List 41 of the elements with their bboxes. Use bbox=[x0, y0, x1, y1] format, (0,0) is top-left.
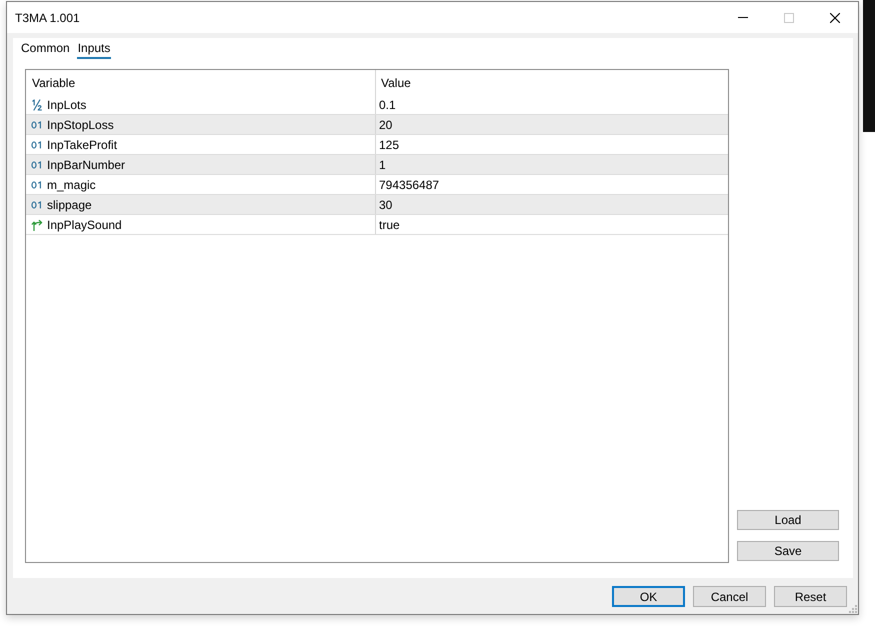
variable-name: InpLots bbox=[47, 98, 86, 112]
zero-one-icon bbox=[31, 138, 43, 150]
fraction-icon bbox=[31, 98, 43, 110]
variable-name: InpStopLoss bbox=[47, 118, 114, 132]
variable-name: InpTakeProfit bbox=[47, 138, 118, 152]
variable-name: slippage bbox=[47, 198, 92, 212]
dialog-button[interactable]: Reset bbox=[774, 586, 847, 607]
value-cell-text: 30 bbox=[378, 196, 392, 214]
variable-name: InpBarNumber bbox=[47, 158, 126, 172]
table-row[interactable]: InpBarNumber 1 bbox=[26, 155, 728, 175]
close-icon bbox=[830, 12, 840, 22]
table-row[interactable]: InpStopLoss 20 bbox=[26, 115, 728, 135]
table-row[interactable]: m_magic 794356487 bbox=[26, 175, 728, 195]
value-cell-text: 1 bbox=[378, 156, 386, 174]
table-row[interactable]: InpPlaySound true bbox=[26, 215, 728, 235]
minimize-icon bbox=[738, 17, 748, 18]
variable-name: InpPlaySound bbox=[47, 218, 122, 232]
tab[interactable]: Common bbox=[20, 38, 71, 59]
value-cell-text: true bbox=[378, 216, 400, 234]
variable-name: m_magic bbox=[47, 178, 96, 192]
dialog-button[interactable]: Cancel bbox=[693, 586, 766, 607]
table-row[interactable]: slippage 30 bbox=[26, 195, 728, 215]
value-cell-text: 20 bbox=[378, 116, 392, 134]
maximize-icon bbox=[784, 12, 794, 22]
save-button[interactable]: Save bbox=[737, 541, 839, 561]
zero-one-icon bbox=[31, 178, 43, 190]
tab[interactable]: Inputs bbox=[76, 38, 112, 59]
value-cell-text: 0.1 bbox=[378, 96, 396, 114]
zero-one-icon bbox=[31, 158, 43, 170]
branch-arrow-icon bbox=[31, 218, 43, 230]
zero-one-icon bbox=[31, 118, 43, 130]
column-header[interactable]: Value bbox=[376, 70, 728, 95]
value-cell-text: 794356487 bbox=[378, 176, 440, 194]
dialog-button[interactable]: OK bbox=[612, 586, 685, 607]
zero-one-icon bbox=[31, 198, 43, 210]
window-title: T3MA 1.001 bbox=[14, 10, 80, 24]
value-cell-text: 125 bbox=[378, 136, 400, 154]
resize-grip-icon[interactable] bbox=[848, 604, 857, 613]
table-row[interactable]: InpTakeProfit 125 bbox=[26, 135, 728, 155]
table-row[interactable]: InpLots 0.1 bbox=[26, 95, 728, 115]
load-button[interactable]: Load bbox=[737, 510, 839, 530]
